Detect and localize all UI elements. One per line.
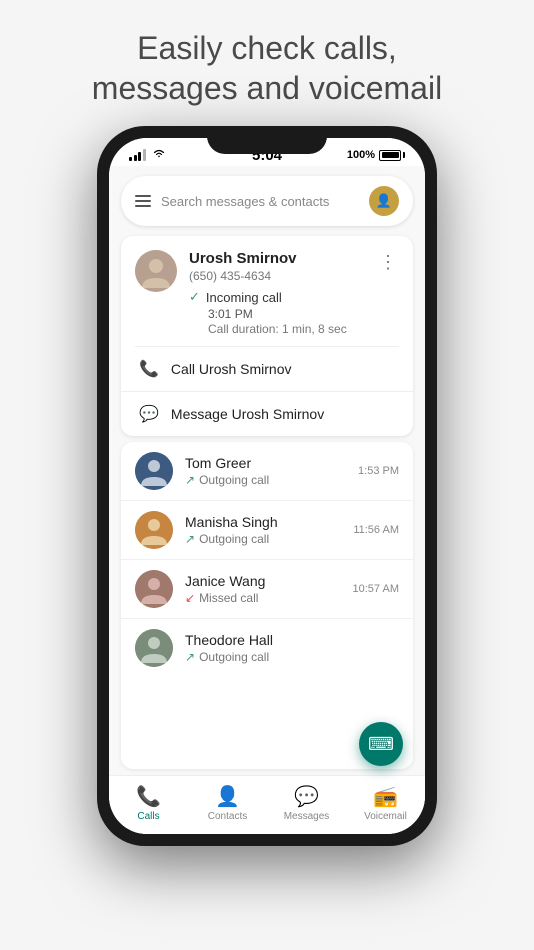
phone-device: 5:04 100% Search messages & contacts [97, 126, 437, 846]
call-name-tom: Tom Greer [185, 455, 346, 471]
messages-nav-label: Messages [284, 811, 330, 822]
call-item-manisha[interactable]: Manisha Singh ↗ Outgoing call 11:56 AM [121, 501, 413, 560]
call-item-tom[interactable]: Tom Greer ↗ Outgoing call 1:53 PM [121, 442, 413, 501]
contact-info: Urosh Smirnov (650) 435-4634 ✓ Incoming … [189, 250, 365, 336]
menu-icon[interactable] [135, 195, 151, 207]
call-item-janice[interactable]: Janice Wang ↙ Missed call 10:57 AM [121, 560, 413, 619]
calls-nav-icon: 📞 [136, 784, 161, 809]
call-type-janice: Missed call [199, 591, 258, 605]
call-type-manisha: Outgoing call [199, 532, 269, 546]
message-action-icon: 💬 [139, 404, 159, 424]
avatar-theodore [135, 629, 173, 667]
contacts-nav-icon: 👤 [215, 784, 240, 809]
outgoing-arrow-icon: ↗ [185, 473, 195, 487]
more-options-icon[interactable]: ⋮ [377, 250, 399, 275]
call-type: Incoming call [206, 290, 282, 305]
battery-icon [379, 150, 405, 161]
nav-calls[interactable]: 📞 Calls [109, 784, 188, 822]
contact-name: Urosh Smirnov [189, 250, 365, 267]
call-action-label: Call Urosh Smirnov [171, 361, 292, 377]
contact-avatar-urosh [135, 250, 177, 292]
nav-messages[interactable]: 💬 Messages [267, 784, 346, 822]
call-info-theodore: Theodore Hall ↗ Outgoing call [185, 632, 387, 664]
phone-screen: 5:04 100% Search messages & contacts [109, 138, 425, 834]
contact-number: (650) 435-4634 [189, 269, 365, 283]
call-type-tom: Outgoing call [199, 473, 269, 487]
nav-contacts[interactable]: 👤 Contacts [188, 784, 267, 822]
call-type-theodore: Outgoing call [199, 650, 269, 664]
voicemail-nav-label: Voicemail [364, 811, 407, 822]
avatar-tom [135, 452, 173, 490]
outgoing-arrow-icon-manisha: ↗ [185, 532, 195, 546]
message-action-row[interactable]: 💬 Message Urosh Smirnov [121, 392, 413, 436]
call-list: Tom Greer ↗ Outgoing call 1:53 PM [121, 442, 413, 769]
search-placeholder: Search messages & contacts [161, 194, 359, 209]
headline-line1: Easily check calls, [137, 30, 397, 66]
outgoing-arrow-icon-theodore: ↗ [185, 650, 195, 664]
call-action-row[interactable]: 📞 Call Urosh Smirnov [121, 347, 413, 392]
call-duration: Call duration: 1 min, 8 sec [208, 322, 365, 336]
call-time-manisha: 11:56 AM [353, 524, 399, 536]
contact-call-details: ✓ Incoming call 3:01 PM Call duration: 1… [189, 289, 365, 336]
avatar-janice [135, 570, 173, 608]
fab-dialpad[interactable]: ⌨ [359, 722, 403, 766]
calls-nav-label: Calls [137, 811, 159, 822]
call-info-tom: Tom Greer ↗ Outgoing call [185, 455, 346, 487]
contact-header: Urosh Smirnov (650) 435-4634 ✓ Incoming … [121, 236, 413, 346]
app-content: Search messages & contacts 👤 [109, 166, 425, 834]
expanded-contact-card: Urosh Smirnov (650) 435-4634 ✓ Incoming … [121, 236, 413, 436]
user-avatar[interactable]: 👤 [369, 186, 399, 216]
phone-notch [207, 126, 327, 154]
call-time-tom: 1:53 PM [358, 465, 399, 477]
missed-arrow-icon: ↙ [185, 591, 195, 605]
call-status-tom: ↗ Outgoing call [185, 473, 346, 487]
wifi-icon [152, 148, 166, 162]
search-bar[interactable]: Search messages & contacts 👤 [121, 176, 413, 226]
call-name-manisha: Manisha Singh [185, 514, 341, 530]
call-info-janice: Janice Wang ↙ Missed call [185, 573, 341, 605]
call-status-manisha: ↗ Outgoing call [185, 532, 341, 546]
call-time-janice: 10:57 AM [353, 583, 399, 595]
signal-bars-icon [129, 149, 146, 161]
status-right: 100% [347, 149, 405, 161]
headline-line2: messages and voicemail [92, 70, 442, 106]
nav-voicemail[interactable]: 📻 Voicemail [346, 784, 425, 822]
phone-action-icon: 📞 [139, 359, 159, 379]
messages-nav-icon: 💬 [294, 784, 319, 809]
battery-percent: 100% [347, 149, 375, 161]
call-info-manisha: Manisha Singh ↗ Outgoing call [185, 514, 341, 546]
status-left [129, 148, 166, 162]
dialpad-icon: ⌨ [368, 734, 394, 755]
call-name-janice: Janice Wang [185, 573, 341, 589]
bottom-nav: 📞 Calls 👤 Contacts 💬 Messages 📻 Voicemai… [109, 775, 425, 834]
call-name-theodore: Theodore Hall [185, 632, 387, 648]
phone-outer: 5:04 100% Search messages & contacts [97, 126, 437, 846]
page-headline: Easily check calls, messages and voicema… [62, 28, 472, 108]
call-time: 3:01 PM [208, 307, 365, 321]
call-status-theodore: ↗ Outgoing call [185, 650, 387, 664]
call-item-theodore[interactable]: Theodore Hall ↗ Outgoing call [121, 619, 413, 677]
message-action-label: Message Urosh Smirnov [171, 406, 324, 422]
contacts-nav-label: Contacts [208, 811, 247, 822]
voicemail-nav-icon: 📻 [373, 784, 398, 809]
call-status-row: ✓ Incoming call [189, 289, 365, 305]
incoming-icon: ✓ [189, 289, 200, 305]
call-status-janice: ↙ Missed call [185, 591, 341, 605]
avatar-manisha [135, 511, 173, 549]
